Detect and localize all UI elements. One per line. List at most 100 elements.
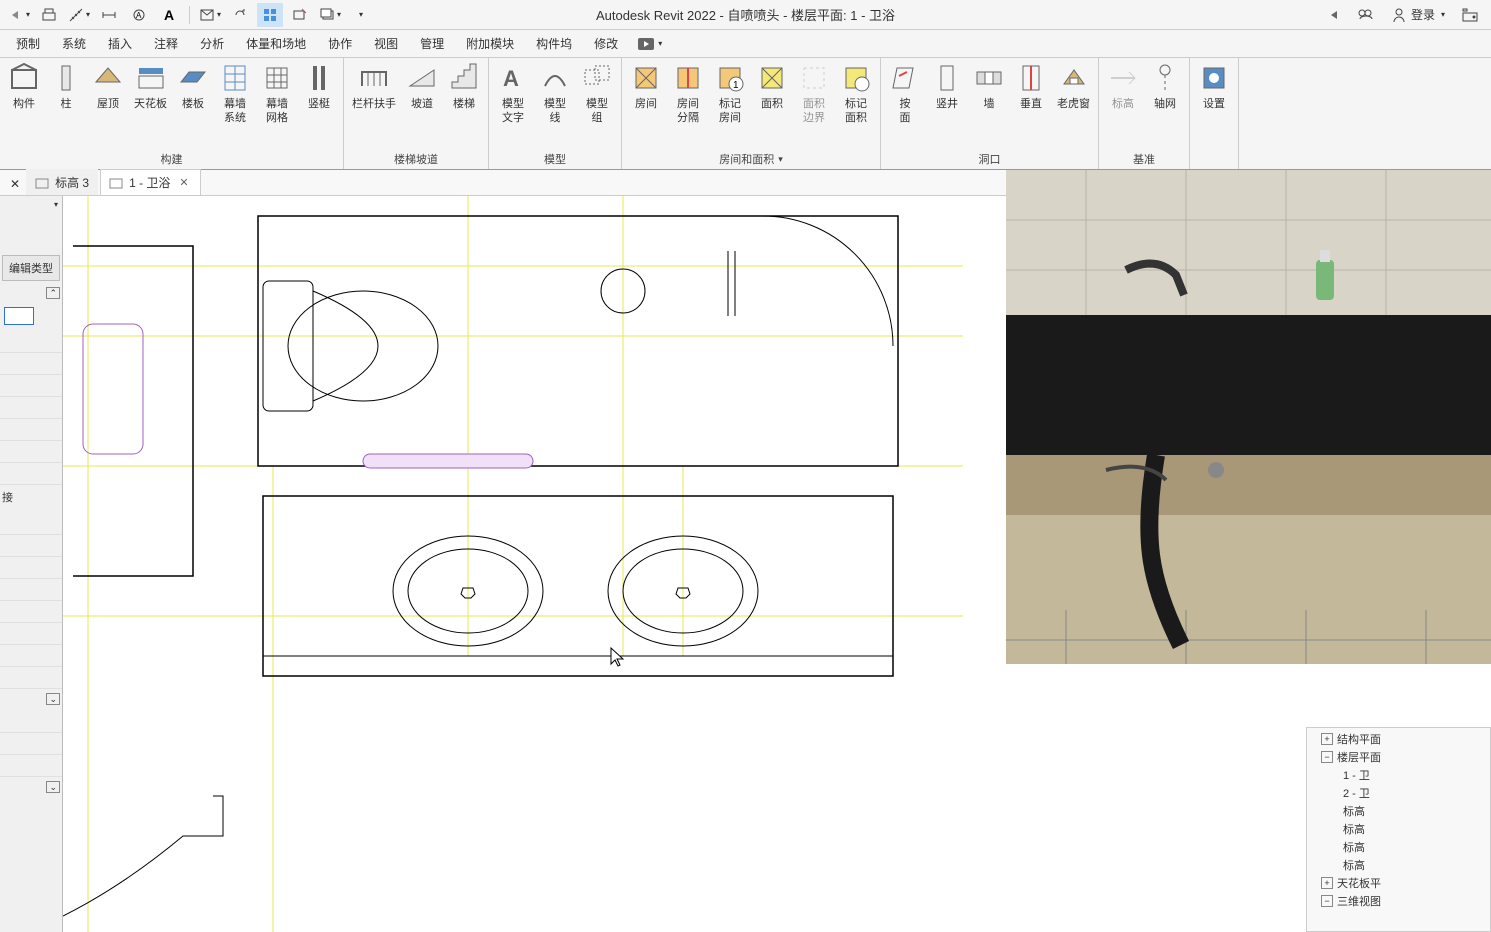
ribbon-stair-button[interactable]: 楼梯 — [444, 60, 484, 149]
tab-analyze[interactable]: 分析 — [190, 31, 234, 56]
prop-row[interactable] — [0, 755, 62, 777]
ribbon-room-button[interactable]: 房间 — [626, 60, 666, 149]
ribbon-room-tag-button[interactable]: 1标记 房间 — [710, 60, 750, 149]
close-panel-icon[interactable]: ✕ — [4, 173, 26, 195]
browser-item[interactable]: −三维视图 — [1307, 892, 1490, 910]
close-inactive-button[interactable] — [287, 3, 313, 27]
prop-row[interactable] — [0, 331, 62, 353]
sync-button[interactable] — [227, 3, 253, 27]
prop-row[interactable] — [0, 733, 62, 755]
switch-windows-button[interactable]: ▾ — [317, 3, 343, 27]
search-collapse-icon[interactable] — [1321, 3, 1347, 27]
collapse-icon[interactable]: ⌄ — [46, 781, 60, 793]
tab-addins[interactable]: 附加模块 — [456, 31, 524, 56]
view-tab-level3[interactable]: 标高 3 — [26, 169, 98, 195]
exchange-apps-icon[interactable] — [1457, 3, 1483, 27]
browser-item[interactable]: −楼层平面 — [1307, 748, 1490, 766]
play-button[interactable]: ▾ — [638, 38, 662, 50]
prop-row[interactable] — [0, 667, 62, 689]
prop-row[interactable] — [0, 711, 62, 733]
browser-item-label: 标高 — [1343, 821, 1365, 837]
expand-icon[interactable]: − — [1321, 751, 1333, 763]
expand-icon[interactable]: ⌃ — [46, 287, 60, 299]
prop-row[interactable] — [0, 535, 62, 557]
prop-row[interactable] — [0, 375, 62, 397]
ribbon-ramp-button[interactable]: 坡道 — [402, 60, 442, 149]
ribbon-model-text-button[interactable]: A模型 文字 — [493, 60, 533, 149]
collapse-icon[interactable]: ⌄ — [46, 693, 60, 705]
tab-prefab[interactable]: 预制 — [6, 31, 50, 56]
prop-row[interactable] — [0, 645, 62, 667]
ribbon-item-label: 房间 分隔 — [677, 97, 699, 125]
ribbon-area-button[interactable]: 面积 — [752, 60, 792, 149]
prop-input[interactable] — [4, 307, 34, 325]
browser-item[interactable]: 1 - 卫 — [1307, 766, 1490, 784]
prop-row[interactable] — [0, 557, 62, 579]
tab-massing-site[interactable]: 体量和场地 — [236, 31, 316, 56]
tab-systems[interactable]: 系统 — [52, 31, 96, 56]
customize-quick-access[interactable]: ▾ — [347, 3, 373, 27]
keyboard-shortcuts-icon[interactable] — [1353, 3, 1379, 27]
browser-item[interactable]: 标高 — [1307, 820, 1490, 838]
ribbon-curtain-grid-button[interactable]: 幕墙 网格 — [257, 60, 297, 149]
close-tab-icon[interactable]: ✕ — [176, 176, 191, 189]
ribbon-model-line-button[interactable]: 模型 线 — [535, 60, 575, 149]
ribbon-ceiling-button[interactable]: 天花板 — [130, 60, 171, 149]
tab-modify[interactable]: 修改 — [584, 31, 628, 56]
tab-annotate[interactable]: 注释 — [144, 31, 188, 56]
ribbon-column-button[interactable]: 柱 — [46, 60, 86, 149]
prop-row[interactable] — [0, 623, 62, 645]
thin-lines-button[interactable] — [257, 3, 283, 27]
ribbon-dormer-button[interactable]: 老虎窗 — [1053, 60, 1094, 149]
prop-row[interactable] — [0, 463, 62, 485]
tab-manage[interactable]: 管理 — [410, 31, 454, 56]
ribbon-model-group-button[interactable]: 模型 组 — [577, 60, 617, 149]
prop-row[interactable] — [0, 513, 62, 535]
ribbon-area-tag-button[interactable]: 标记 面积 — [836, 60, 876, 149]
browser-item[interactable]: 标高 — [1307, 856, 1490, 874]
measure-button[interactable]: ▾ — [66, 3, 92, 27]
browser-item[interactable]: 标高 — [1307, 802, 1490, 820]
tab-view[interactable]: 视图 — [364, 31, 408, 56]
tab-collaborate[interactable]: 协作 — [318, 31, 362, 56]
ribbon-vertical-button[interactable]: 垂直 — [1011, 60, 1051, 149]
ribbon-shaft-button[interactable]: 竖井 — [927, 60, 967, 149]
browser-item[interactable]: 标高 — [1307, 838, 1490, 856]
tab-goujianwu[interactable]: 构件坞 — [526, 31, 582, 56]
prop-row[interactable] — [0, 601, 62, 623]
ribbon-roof-button[interactable]: 屋顶 — [88, 60, 128, 149]
browser-item[interactable]: 2 - 卫 — [1307, 784, 1490, 802]
browser-item[interactable]: +天花板平 — [1307, 874, 1490, 892]
prop-row[interactable] — [0, 419, 62, 441]
prop-row[interactable] — [0, 397, 62, 419]
ribbon-floor-button[interactable]: 楼板 — [173, 60, 213, 149]
dimension-button[interactable] — [96, 3, 122, 27]
view-tab-bathroom[interactable]: 1 - 卫浴 ✕ — [100, 169, 201, 195]
ribbon-item-label: 竖梃 — [308, 97, 330, 111]
ribbon-component-button[interactable]: 构件 — [4, 60, 44, 149]
prop-row[interactable] — [0, 441, 62, 463]
tag-button[interactable]: A — [126, 3, 152, 27]
ribbon-wall-open-button[interactable]: 墙 — [969, 60, 1009, 149]
expand-icon[interactable]: + — [1321, 877, 1333, 889]
browser-item[interactable]: +结构平面 — [1307, 730, 1490, 748]
prop-row[interactable] — [0, 353, 62, 375]
ribbon-grid-button[interactable]: 轴网 — [1145, 60, 1185, 149]
expand-icon[interactable]: − — [1321, 895, 1333, 907]
print-button[interactable] — [36, 3, 62, 27]
view-button[interactable]: ▾ — [197, 3, 223, 27]
text-button[interactable]: A — [156, 3, 182, 27]
properties-dropdown[interactable]: ▾ — [54, 200, 58, 209]
prop-row[interactable] — [0, 579, 62, 601]
tab-insert[interactable]: 插入 — [98, 31, 142, 56]
ribbon-mullion-button[interactable]: 竖梃 — [299, 60, 339, 149]
ribbon-settings-button[interactable]: 设置 — [1194, 60, 1234, 153]
login-button[interactable]: 登录 ▾ — [1385, 4, 1451, 25]
ribbon-room-sep-button[interactable]: 房间 分隔 — [668, 60, 708, 149]
expand-icon[interactable]: + — [1321, 733, 1333, 745]
undo-button[interactable]: ▾ — [6, 3, 32, 27]
ribbon-railing-button[interactable]: 栏杆扶手 — [348, 60, 400, 149]
edit-type-button[interactable]: 编辑类型 — [2, 255, 60, 281]
ribbon-curtain-system-button[interactable]: 幕墙 系统 — [215, 60, 255, 149]
ribbon-byface-button[interactable]: 按 面 — [885, 60, 925, 149]
